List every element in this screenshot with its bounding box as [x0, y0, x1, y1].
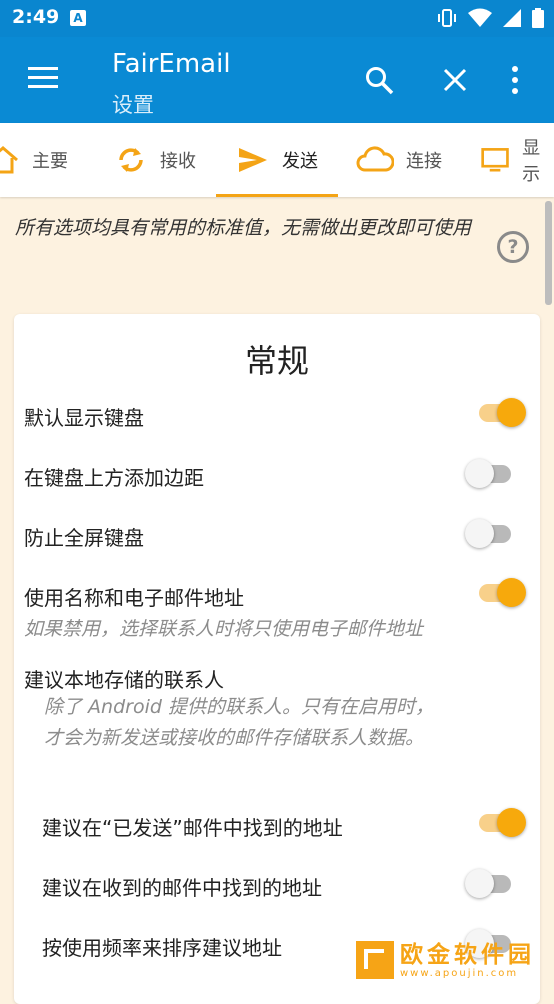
notification-icon: A [70, 10, 86, 26]
signal-icon [503, 9, 521, 27]
setting-description: 如果禁用，选择联系人时将只使用电子邮件地址 [24, 618, 424, 640]
setting-label: 防止全屏键盘 [24, 526, 144, 550]
hint-text: 所有选项均具有常用的标准值，无需做出更改即可使用 [15, 217, 472, 239]
help-icon[interactable]: ? [497, 231, 529, 263]
settings-tabs: 主要 接收 发送 连接 显示 [0, 123, 554, 197]
toggle-show-keyboard[interactable] [477, 397, 527, 427]
send-icon [239, 148, 267, 172]
tab-connection-label: 连接 [406, 151, 442, 172]
tab-display-label: 显示 [522, 138, 541, 185]
menu-icon[interactable] [28, 67, 58, 89]
setting-label: 建议在收到的邮件中找到的地址 [42, 876, 322, 900]
scrollbar[interactable] [545, 201, 552, 305]
app-title: FairEmail [112, 49, 231, 79]
status-bar: 2:49 A [0, 0, 554, 37]
setting-label: 按使用频率来排序建议地址 [42, 936, 282, 960]
toggle-no-fullscreen-keyboard[interactable] [465, 518, 515, 548]
setting-label: 建议在“已发送”邮件中找到的地址 [42, 816, 343, 840]
toggle-name-and-email[interactable] [477, 577, 527, 607]
close-icon[interactable] [440, 65, 470, 95]
general-card: 常规 默认显示键盘 在键盘上方添加边距 防止全屏键盘 使用名称和电子邮件地址 如… [14, 314, 540, 1004]
app-subtitle: 设置 [112, 93, 154, 117]
sync-icon [119, 148, 143, 172]
setting-label: 使用名称和电子邮件地址 [24, 586, 244, 610]
battery-icon [532, 8, 544, 28]
settings-content[interactable]: 所有选项均具有常用的标准值，无需做出更改即可使用 ? 常规 默认显示键盘 在键盘… [0, 197, 554, 1004]
app-bar: FairEmail 设置 [0, 37, 554, 123]
tab-receive[interactable]: 接收 [114, 123, 196, 197]
toggle-keyboard-margin[interactable] [465, 458, 515, 488]
watermark-logo-icon [356, 941, 394, 979]
vibrate-icon [438, 9, 456, 27]
search-icon[interactable] [364, 65, 396, 97]
watermark-url: www.apoujin.com [400, 967, 519, 979]
setting-label: 建议本地存储的联系人 [24, 668, 224, 692]
tab-main-label: 主要 [32, 151, 68, 172]
tab-receive-label: 接收 [160, 151, 196, 172]
tab-send[interactable]: 发送 [236, 123, 318, 197]
tab-connection[interactable]: 连接 [356, 123, 442, 197]
cloud-icon [356, 146, 394, 172]
wifi-icon [468, 8, 492, 27]
home-icon [0, 146, 18, 174]
card-title: 常规 [244, 342, 309, 380]
tab-main[interactable]: 主要 [0, 123, 68, 197]
setting-label: 在键盘上方添加边距 [24, 466, 204, 490]
tab-send-label: 发送 [282, 151, 318, 172]
monitor-icon [481, 148, 509, 172]
setting-description: 除了 Android 提供的联系人。只有在启用时，才会为新发送或接收的邮件存储联… [44, 696, 434, 749]
status-icons [436, 7, 544, 29]
toggle-suggest-sent[interactable] [477, 807, 527, 837]
toggle-suggest-received[interactable] [465, 868, 515, 898]
watermark-title: 欧金软件园 [400, 941, 535, 968]
more-vert-icon[interactable] [510, 64, 520, 96]
tab-display[interactable]: 显示 [480, 123, 554, 197]
setting-label: 默认显示键盘 [24, 406, 144, 430]
status-time: 2:49 [12, 6, 60, 28]
watermark: 欧金软件园 www.apoujin.com [356, 938, 548, 982]
